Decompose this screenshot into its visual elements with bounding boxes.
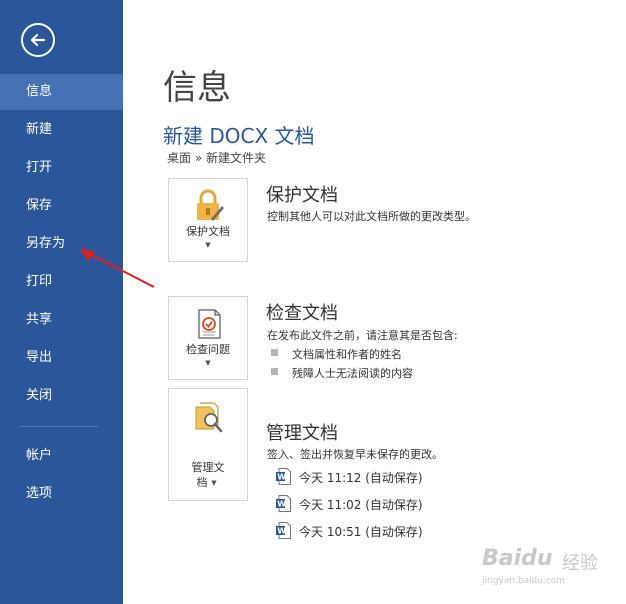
inspect-bullet-item: 文档属性和作者的姓名 xyxy=(292,348,402,361)
watermark-brand: Baidu xyxy=(482,546,553,571)
back-arrow-icon xyxy=(30,33,46,47)
nav-item-export[interactable]: 导出 xyxy=(0,340,123,376)
manage-document-label-line1: 管理文 xyxy=(191,461,225,474)
nav-item-info[interactable]: 信息 xyxy=(0,74,123,110)
word-document-icon: W xyxy=(276,522,291,539)
red-annotation-arrow-icon xyxy=(80,248,155,288)
bullet-icon xyxy=(271,349,278,356)
protect-document-title: 保护文档 xyxy=(266,185,338,206)
inspect-bullet-item: 残障人士无法阅读的内容 xyxy=(292,367,413,380)
document-title: 新建 DOCX 文档 xyxy=(163,124,315,148)
nav-divider xyxy=(20,426,98,427)
protect-document-label: 保护文档 xyxy=(186,225,230,238)
manage-document-title: 管理文档 xyxy=(266,423,338,444)
chevron-down-icon: ▼ xyxy=(205,359,211,367)
svg-text:W: W xyxy=(277,500,286,509)
bullet-icon xyxy=(271,368,278,375)
backstage-sidebar: 信息 新建 打开 保存 另存为 打印 共享 导出 关闭 帐户 选项 xyxy=(0,0,123,604)
chevron-down-icon: ▼ xyxy=(205,241,211,249)
lock-icon xyxy=(197,189,224,221)
document-path[interactable]: 桌面 » 新建文件夹 xyxy=(167,149,266,166)
chevron-down-icon: ▼ xyxy=(211,479,217,487)
watermark-product: 经验 xyxy=(562,553,598,574)
baidu-jingyan-watermark: Baidu 经验 jingyan.baidu.com xyxy=(482,538,622,596)
check-for-issues-label: 检查问题 xyxy=(186,343,230,356)
nav-item-save[interactable]: 保存 xyxy=(0,188,123,224)
nav-item-open[interactable]: 打开 xyxy=(0,150,123,186)
version-label: 今天 10:51 (自动保存) xyxy=(299,525,423,539)
inspect-document-title: 检查文档 xyxy=(266,303,338,324)
inspect-document-description: 在发布此文件之前，请注意其是否包含: xyxy=(267,329,458,342)
version-label: 今天 11:12 (自动保存) xyxy=(299,471,423,485)
check-for-issues-button[interactable]: 检查问题 ▼ xyxy=(168,296,248,380)
nav-item-close[interactable]: 关闭 xyxy=(0,378,123,414)
word-document-icon: W xyxy=(276,468,291,485)
inspect-document-icon xyxy=(198,309,221,339)
protect-document-button[interactable]: 保护文档 ▼ xyxy=(168,178,248,262)
svg-text:W: W xyxy=(277,473,286,482)
manage-document-button[interactable]: 管理文 档 ▼ xyxy=(168,388,248,501)
nav-item-options[interactable]: 选项 xyxy=(0,476,123,512)
watermark-url: jingyan.baidu.com xyxy=(482,576,566,586)
nav-item-account[interactable]: 帐户 xyxy=(0,438,123,474)
info-pane: 信息 新建 DOCX 文档 桌面 » 新建文件夹 保护文档 ▼ 保护文档 控制其… xyxy=(123,0,626,604)
manage-document-description: 签入、签出并恢复早未保存的更改。 xyxy=(267,448,443,461)
manage-versions-icon xyxy=(195,402,223,433)
back-button[interactable] xyxy=(21,23,55,57)
nav-item-share[interactable]: 共享 xyxy=(0,302,123,338)
page-title: 信息 xyxy=(163,68,231,108)
nav-item-new[interactable]: 新建 xyxy=(0,112,123,148)
word-document-icon: W xyxy=(276,495,291,512)
version-label: 今天 11:02 (自动保存) xyxy=(299,498,423,512)
protect-document-description: 控制其他人可以对此文档所做的更改类型。 xyxy=(267,210,476,223)
svg-text:W: W xyxy=(277,527,286,536)
